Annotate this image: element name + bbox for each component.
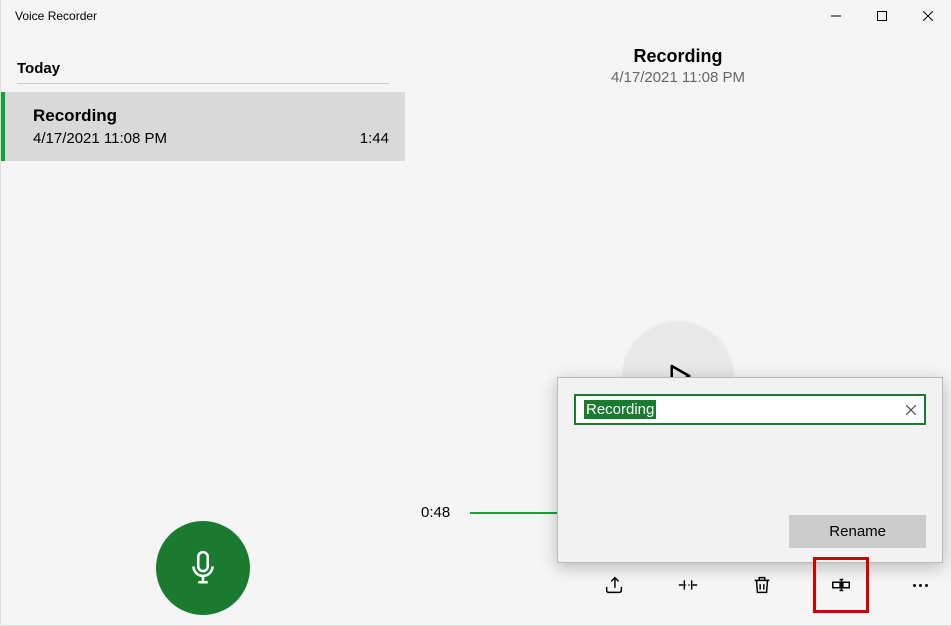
clear-input-button[interactable] [906,402,916,418]
rename-input[interactable]: Recording [584,400,656,419]
rename-dialog: Recording Rename [557,377,943,563]
current-time: 0:48 [421,504,450,521]
trim-button[interactable] [665,562,711,608]
titlebar: Voice Recorder [1,0,951,32]
record-button[interactable] [156,521,250,615]
rename-button-highlight [813,557,869,613]
recording-item-duration: 1:44 [360,130,389,147]
window-title: Voice Recorder [1,9,97,23]
recording-item-title: Recording [33,106,389,126]
more-icon [913,584,928,587]
window-controls [813,0,951,32]
maximize-icon [877,11,887,21]
rename-input-container[interactable]: Recording [574,394,926,425]
microphone-icon [184,549,222,587]
section-divider [17,83,389,84]
rename-button[interactable] [818,562,864,608]
rename-confirm-button[interactable]: Rename [789,515,926,548]
detail-toolbar [591,557,943,613]
close-button[interactable] [905,0,951,32]
maximize-button[interactable] [859,0,905,32]
rename-icon [830,574,852,596]
section-header-today: Today [1,32,405,83]
minimize-icon [831,11,841,21]
detail-title: Recording [405,46,951,67]
share-icon [603,574,625,596]
recordings-list-pane: Today Recording 4/17/2021 11:08 PM 1:44 [1,32,405,625]
share-button[interactable] [591,562,637,608]
delete-button[interactable] [739,562,785,608]
rename-dialog-actions: Rename [574,515,926,548]
x-icon [906,405,916,415]
recording-item-date: 4/17/2021 11:08 PM [33,130,167,147]
more-button[interactable] [897,562,943,608]
trim-icon [677,574,699,596]
recording-list-item[interactable]: Recording 4/17/2021 11:08 PM 1:44 [1,92,405,161]
detail-date: 4/17/2021 11:08 PM [405,69,951,86]
trash-icon [751,574,773,596]
close-icon [923,11,933,21]
recording-item-meta: 4/17/2021 11:08 PM 1:44 [33,130,389,147]
minimize-button[interactable] [813,0,859,32]
